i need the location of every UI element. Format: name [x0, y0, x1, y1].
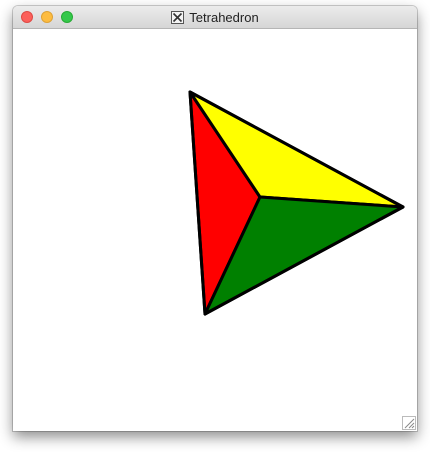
- window-title: Tetrahedron: [189, 9, 259, 25]
- x11-icon: [171, 10, 185, 24]
- resize-grip-icon[interactable]: [402, 416, 416, 430]
- window-title-container: Tetrahedron: [13, 6, 417, 28]
- title-bar[interactable]: Tetrahedron: [13, 6, 417, 29]
- app-window: Tetrahedron: [13, 6, 417, 431]
- tetrahedron-drawing: [188, 90, 405, 316]
- canvas-area[interactable]: [13, 29, 417, 431]
